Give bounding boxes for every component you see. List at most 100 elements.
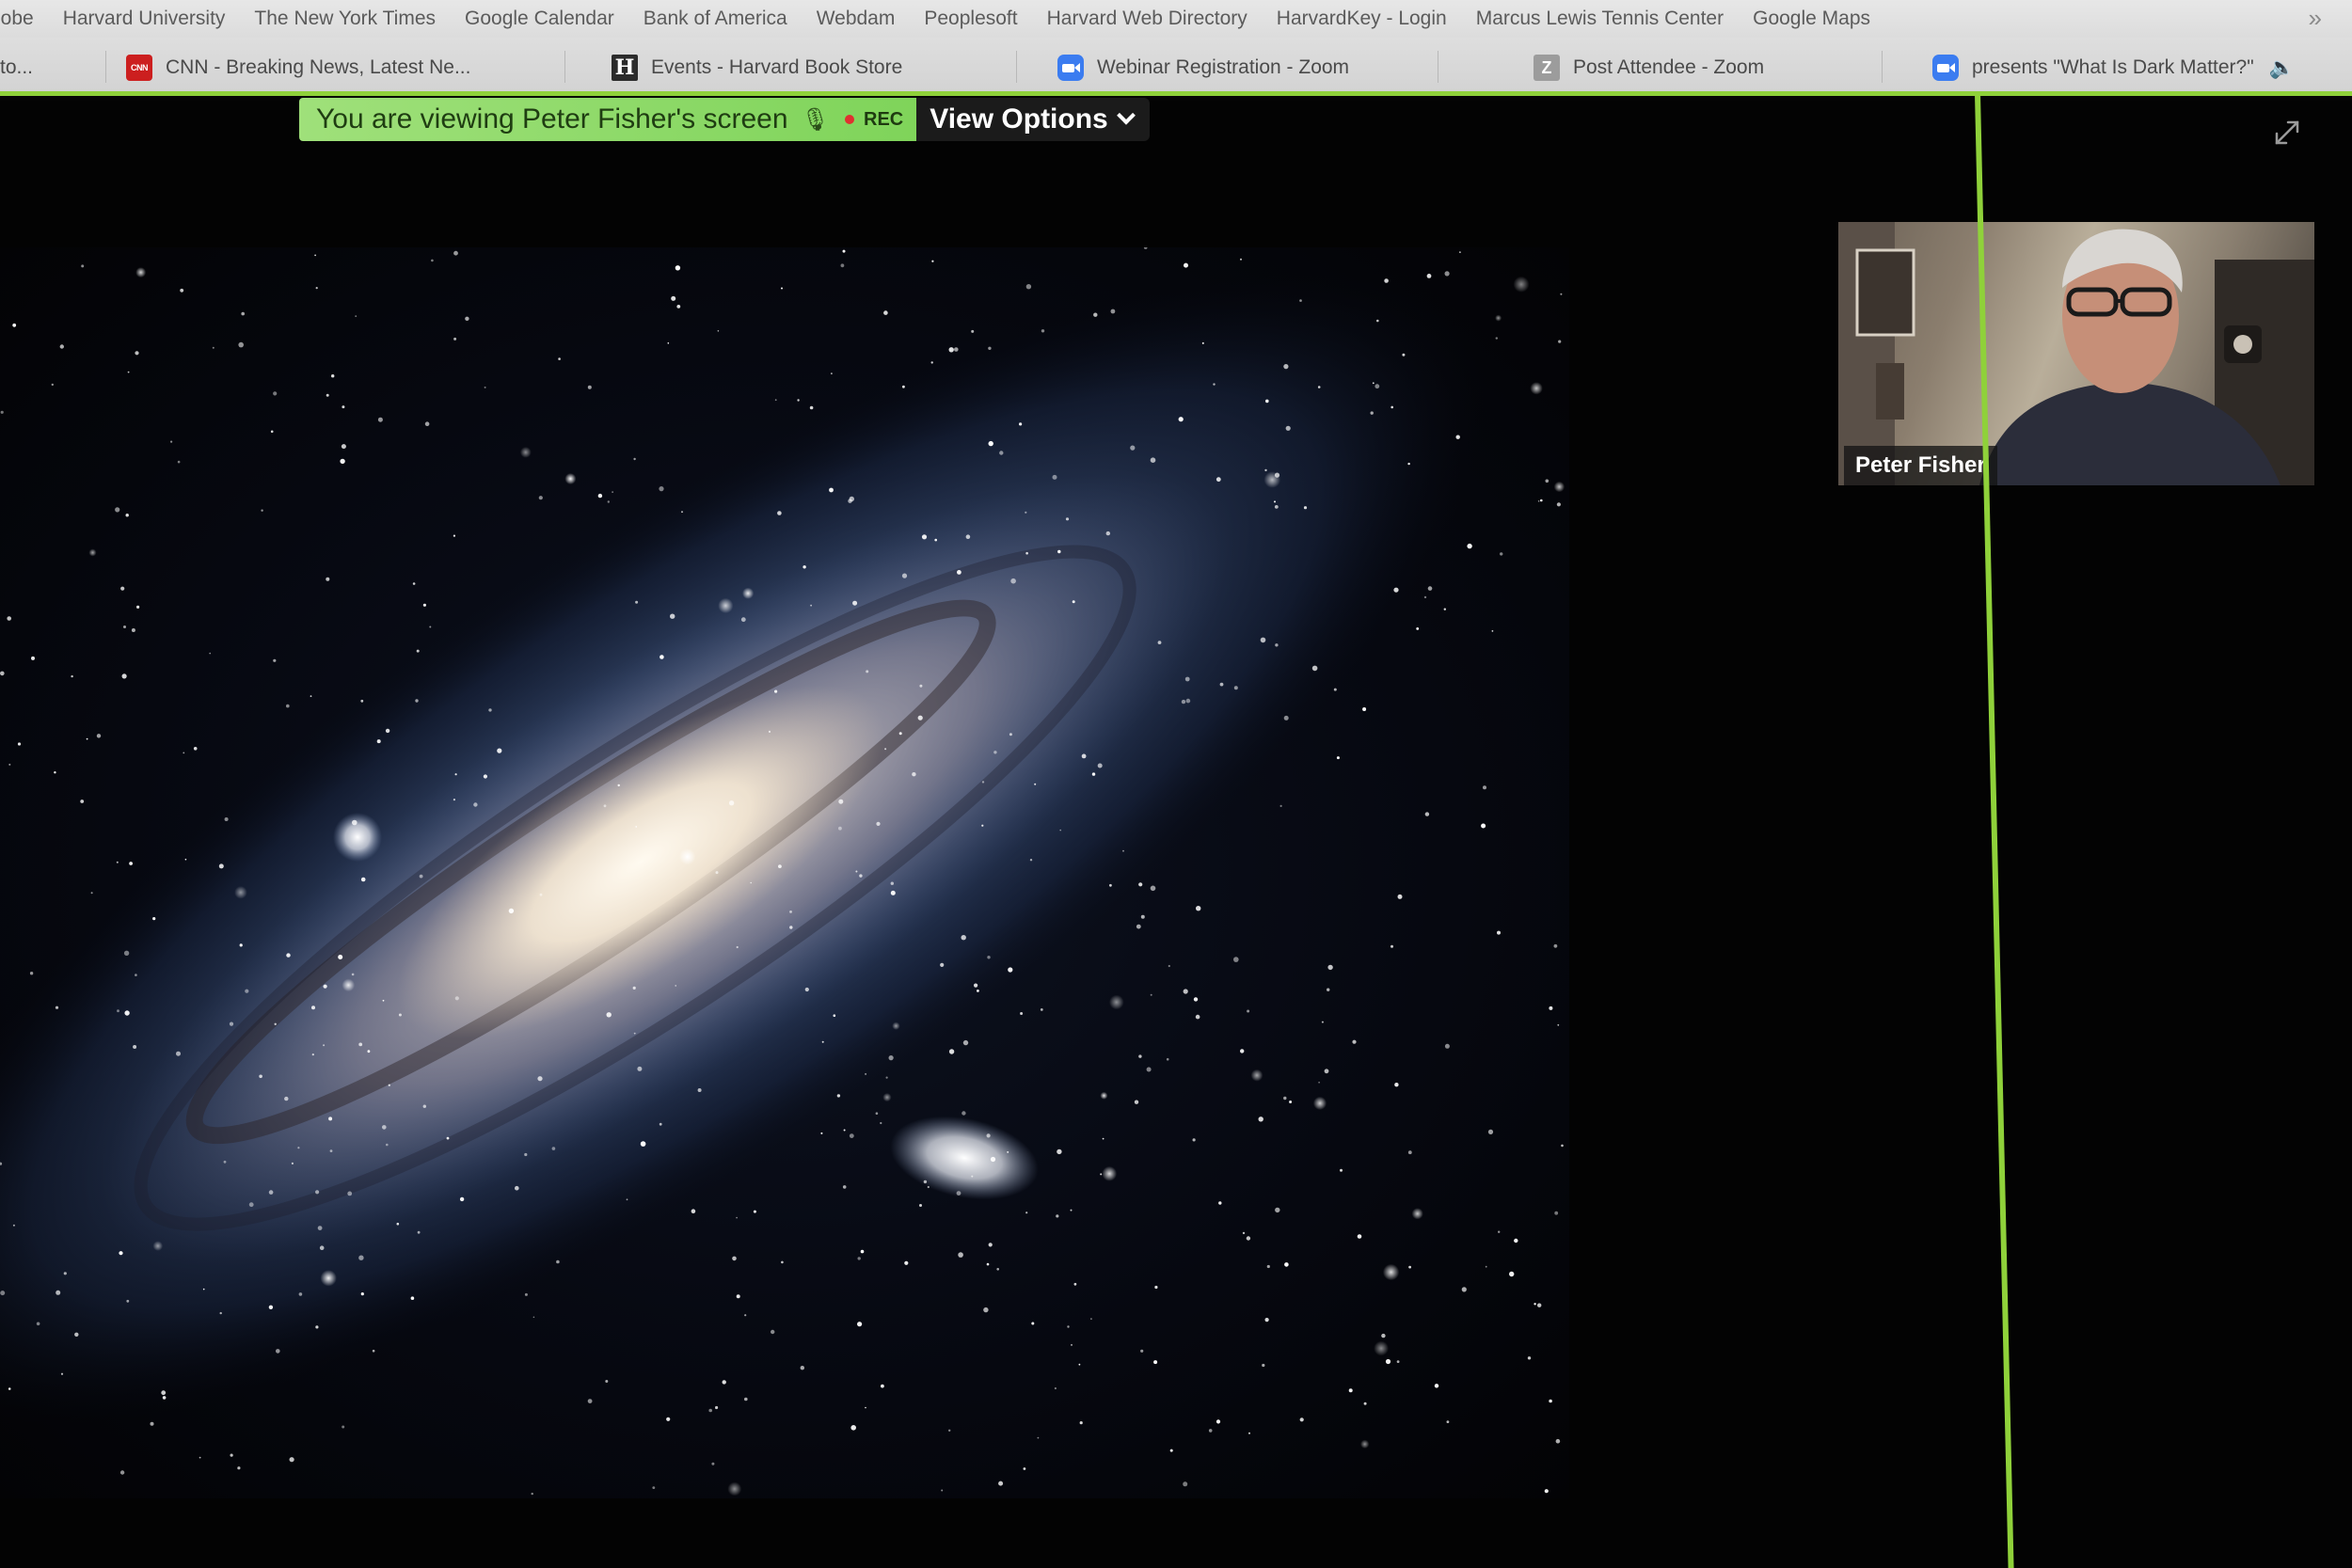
star [1020,1012,1024,1015]
star [1057,549,1061,554]
star [1357,1234,1362,1239]
bookmark-bank-of-america[interactable]: Bank of America [644,8,787,30]
star [957,570,961,575]
star [1250,1069,1263,1082]
star [981,824,984,827]
star [1483,785,1486,790]
bookmark-new-york-times[interactable]: The New York Times [254,8,436,30]
star [988,440,993,447]
bookmark-google-maps[interactable]: Google Maps [1753,8,1870,30]
star [617,784,620,787]
star [715,1405,719,1410]
bookmark-google-calendar[interactable]: Google Calendar [465,8,614,30]
star [1545,479,1549,483]
star [843,1129,846,1132]
presenter-video[interactable]: Peter Fisher [1838,222,2314,485]
viewing-banner-text: You are viewing Peter Fisher's screen [316,103,788,135]
star [831,372,833,374]
star [59,344,64,349]
tab-partial[interactable]: to... [0,51,33,85]
star [12,323,17,327]
star [1455,435,1460,439]
star [360,699,364,703]
bookmark-peoplesoft[interactable]: Peoplesoft [924,8,1017,30]
star [996,1268,999,1271]
star [1157,641,1162,644]
star [1299,1418,1304,1422]
star [123,626,126,628]
star [1393,587,1399,593]
star [708,1408,712,1413]
recording-dot-icon [845,115,855,124]
tab-cnn[interactable]: CNN CNN - Breaking News, Latest Ne... [126,51,470,85]
star [1324,1069,1329,1074]
star [239,943,243,947]
star [635,600,639,604]
view-options-label: View Options [930,103,1108,135]
star [1407,1150,1412,1155]
star [1073,1282,1077,1286]
star [519,447,532,458]
star [417,1230,421,1234]
bookmark-harvardkey-login[interactable]: HarvardKey - Login [1277,8,1447,30]
star [1246,1236,1251,1241]
star [115,507,120,513]
star [388,1084,390,1086]
star [315,1325,319,1329]
star [1263,471,1281,488]
bookmark-harvard-university[interactable]: Harvard University [63,8,226,30]
tab-label: Webinar Registration - Zoom [1097,56,1350,78]
star [852,600,858,606]
star [842,249,846,253]
star [1444,1043,1450,1049]
star [883,310,888,315]
bookmark-webdam[interactable]: Webdam [817,8,896,30]
star [1556,502,1561,507]
bookmark-harvard-web-directory[interactable]: Harvard Web Directory [1047,8,1248,30]
star [1102,1165,1118,1181]
star [778,864,782,868]
star [248,1202,254,1208]
bookmarks-bar: lobe Harvard University The New York Tim… [0,0,2352,38]
bookmark-adobe[interactable]: lobe [0,8,34,30]
star [727,1481,742,1497]
star [803,565,806,569]
star [352,819,358,826]
star [1374,1340,1389,1356]
star [833,1014,836,1017]
star [1275,643,1279,647]
star [820,1132,823,1134]
star [676,305,681,309]
star [410,1296,415,1300]
star [1025,1212,1028,1214]
star [1258,1117,1263,1122]
tab-harvard-book-store[interactable]: H Events - Harvard Book Store [612,51,902,85]
star [1498,1230,1501,1233]
star [1178,417,1184,422]
speaker-icon[interactable]: 🔈 [2269,55,2295,80]
star [901,573,908,578]
tab-webinar-registration[interactable]: Webinar Registration - Zoom [1057,51,1349,85]
view-options-button[interactable]: View Options [916,98,1150,141]
tab-dark-matter-webinar[interactable]: presents "What Is Dark Matter?" 🔈 [1932,51,2295,85]
star [276,1349,280,1354]
star [1201,341,1204,344]
star [229,1022,234,1026]
bookmark-marcus-lewis-tennis[interactable]: Marcus Lewis Tennis Center [1476,8,1724,30]
star [0,671,5,676]
star [119,1470,125,1475]
star [860,1249,865,1254]
star [892,1022,900,1030]
star [1065,517,1070,521]
tab-post-attendee[interactable]: Z Post Attendee - Zoom [1534,51,1764,85]
bookmarks-overflow-icon[interactable]: » [2309,4,2322,33]
star [1150,885,1156,892]
star [465,316,469,321]
star [90,892,93,895]
star [1130,445,1136,451]
star [977,990,979,992]
star [412,582,416,585]
expand-icon[interactable] [2271,117,2303,149]
star [1557,1023,1560,1026]
star [1208,1429,1213,1433]
